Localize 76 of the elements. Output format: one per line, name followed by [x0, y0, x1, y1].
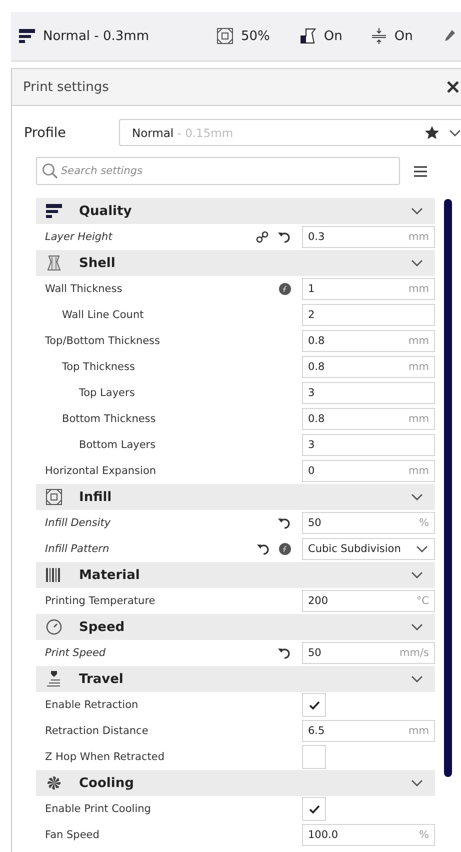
number-field[interactable]: 2 [302, 304, 435, 326]
setting-label: Top Thickness [61, 361, 136, 373]
setting-label: Retraction Distance [44, 725, 150, 737]
adhesion-summary[interactable]: On [394, 28, 413, 44]
setting-label: Top/Bottom Thickness [44, 335, 162, 347]
search-icon [42, 163, 58, 179]
checkbox[interactable] [302, 693, 326, 717]
setting-label: Infill Density [44, 517, 112, 529]
chevron-icon [416, 545, 428, 553]
setting-label: Wall Thickness [44, 283, 124, 295]
section-header[interactable]: Infill [36, 484, 435, 510]
setting-label: Printing Temperature [44, 595, 156, 607]
setting-label: Horizontal Expansion [44, 465, 158, 477]
number-field[interactable]: 0.8 mm [302, 330, 435, 352]
filament-icon [46, 567, 62, 583]
check-icon [308, 700, 320, 710]
gauge-icon [46, 619, 62, 635]
support-icon [300, 28, 316, 44]
chevron-icon [449, 128, 461, 136]
infill-pattern-icon [217, 28, 233, 44]
setting-label: Z Hop When Retracted [44, 751, 166, 763]
setting-label: Wall Line Count [61, 309, 145, 321]
section-header[interactable]: Cooling [36, 770, 435, 796]
number-field[interactable]: 6.5 mm [302, 720, 435, 742]
number-field[interactable]: 0 mm [302, 460, 435, 482]
reset-icon[interactable] [278, 231, 291, 243]
support-summary[interactable]: On [324, 28, 342, 44]
infill-summary[interactable]: 50% [241, 28, 270, 44]
section-header[interactable]: Speed [36, 614, 435, 640]
reset-icon[interactable] [278, 647, 291, 659]
number-field[interactable]: 0.8 mm [302, 356, 435, 378]
number-field[interactable]: 0.3 mm [302, 226, 435, 248]
setting-label: Fan Speed [44, 829, 100, 841]
search-field[interactable]: Search settings [36, 157, 400, 185]
setting-label: Enable Retraction [44, 699, 140, 711]
setting-label: Bottom Thickness [61, 413, 157, 425]
profile-summary[interactable]: Normal - 0.3mm [43, 28, 149, 44]
layers-icon [19, 28, 35, 44]
number-field[interactable]: 3 [302, 382, 435, 404]
fan-icon [46, 775, 62, 791]
number-field[interactable]: 0.8 mm [302, 408, 435, 430]
number-field[interactable]: 200 °C [302, 590, 435, 612]
dropdown[interactable]: Cubic Subdivision [302, 538, 435, 560]
setting-label: Layer Height [44, 231, 114, 243]
checkbox[interactable] [302, 797, 326, 821]
pencil-icon[interactable] [444, 30, 455, 42]
number-field[interactable]: 3 [302, 434, 435, 456]
menu-button[interactable] [414, 166, 427, 176]
section-header[interactable]: Shell [36, 250, 435, 276]
profile-label: Profile [24, 124, 67, 140]
layers-icon [46, 203, 62, 219]
setting-label: Infill Pattern [44, 543, 110, 555]
nozzle-icon [46, 671, 62, 687]
number-field[interactable]: 100.0 % [302, 824, 435, 846]
setting-label: Enable Print Cooling [44, 803, 152, 815]
number-field[interactable]: 50 mm/s [302, 642, 435, 664]
section-header[interactable]: Material [36, 562, 435, 588]
check-icon [308, 804, 320, 814]
section-header[interactable]: Quality [36, 198, 435, 224]
panel-title: Print settings [23, 80, 109, 94]
star-icon [425, 126, 439, 139]
number-field[interactable]: 1 mm [302, 278, 435, 300]
infill-pattern-icon [46, 489, 62, 505]
close-button[interactable] [447, 79, 461, 95]
section-header[interactable]: Travel [36, 666, 435, 692]
setting-label: Bottom Layers [78, 439, 157, 451]
reset-icon[interactable] [257, 543, 270, 555]
adhesion-icon [372, 28, 386, 44]
number-field[interactable]: 50 % [302, 512, 435, 534]
vase-icon [46, 255, 62, 271]
profile-dropdown[interactable]: Normal - 0.15mm [119, 119, 461, 146]
setting-label: Top Layers [78, 387, 136, 399]
scrollbar[interactable] [444, 199, 452, 777]
checkbox[interactable] [302, 745, 326, 769]
setting-label: Print Speed [44, 647, 107, 659]
reset-icon[interactable] [278, 517, 291, 529]
